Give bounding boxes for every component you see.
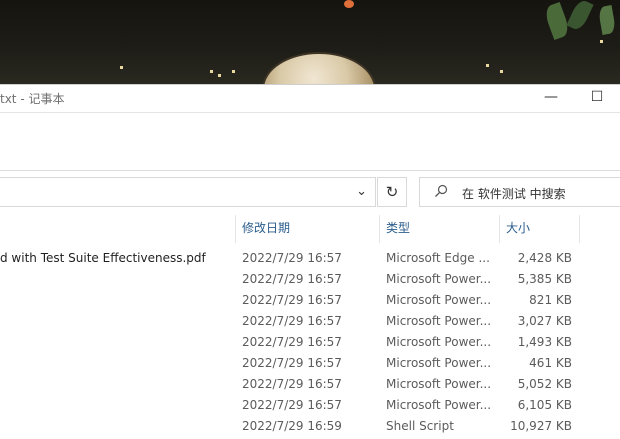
wallpaper-window-light: [486, 64, 489, 67]
file-type: Microsoft Edge ...: [386, 251, 490, 265]
notepad-text-area[interactable]: [0, 112, 620, 172]
wallpaper-window-light: [210, 70, 213, 73]
file-row[interactable]: 2022/7/29 16:57 Microsoft Power... 461 K…: [0, 353, 620, 374]
file-type: Microsoft Power...: [386, 314, 492, 328]
minimize-icon: —: [544, 89, 558, 105]
column-header-size[interactable]: 大小: [500, 215, 579, 243]
wallpaper-character: [262, 52, 376, 84]
file-type: Microsoft Power...: [386, 335, 492, 349]
file-size: 2,428 KB: [517, 251, 572, 265]
wallpaper-window-light: [232, 70, 235, 73]
file-row[interactable]: d with Test Suite Effectiveness.pdf 2022…: [0, 248, 620, 269]
refresh-button[interactable]: ↻: [377, 177, 407, 207]
refresh-icon: ↻: [385, 183, 399, 201]
file-date: 2022/7/29 16:57: [242, 398, 342, 412]
search-box[interactable]: 在 软件测试 中搜索: [419, 177, 620, 207]
file-date: 2022/7/29 16:57: [242, 377, 342, 391]
file-size: 461 KB: [529, 356, 572, 370]
wallpaper-window-light: [600, 40, 603, 43]
wallpaper-light: [344, 0, 354, 8]
column-header-row: 修改日期 类型 大小: [0, 215, 620, 243]
notepad-title: txt - 记事本: [0, 92, 65, 106]
file-date: 2022/7/29 16:57: [242, 251, 342, 265]
file-type: Microsoft Power...: [386, 272, 492, 286]
file-size: 10,927 KB: [510, 419, 572, 433]
notepad-window: txt - 记事本 — ☐: [0, 84, 620, 172]
file-date: 2022/7/29 16:59: [242, 419, 342, 433]
file-row[interactable]: 2022/7/29 16:57 Microsoft Power... 6,105…: [0, 395, 620, 416]
search-input[interactable]: 在 软件测试 中搜索: [462, 185, 566, 202]
file-date: 2022/7/29 16:57: [242, 314, 342, 328]
file-type: Microsoft Power...: [386, 377, 492, 391]
file-size: 1,493 KB: [517, 335, 572, 349]
file-row[interactable]: 2022/7/29 16:57 Microsoft Power... 3,027…: [0, 311, 620, 332]
file-size: 5,052 KB: [517, 377, 572, 391]
desktop-wallpaper: [0, 0, 620, 84]
file-row[interactable]: 2022/7/29 16:59 Shell Script 10,927 KB: [0, 416, 620, 437]
file-date: 2022/7/29 16:57: [242, 272, 342, 286]
address-bar[interactable]: ⌄: [0, 177, 376, 207]
chevron-down-icon[interactable]: ⌄: [356, 184, 367, 199]
search-icon: [434, 184, 448, 202]
file-size: 3,027 KB: [517, 314, 572, 328]
file-row[interactable]: 2022/7/29 16:57 Microsoft Power... 821 K…: [0, 290, 620, 311]
file-row[interactable]: 2022/7/29 16:57 Microsoft Power... 1,493…: [0, 332, 620, 353]
column-header-type[interactable]: 类型: [380, 215, 499, 243]
file-name: d with Test Suite Effectiveness.pdf: [0, 251, 206, 265]
maximize-icon: ☐: [590, 89, 604, 105]
file-type: Microsoft Power...: [386, 293, 492, 307]
file-explorer: ⌄ ↻ 在 软件测试 中搜索 修改日期 类型 大小 d with Test Su…: [0, 170, 620, 439]
file-date: 2022/7/29 16:57: [242, 335, 342, 349]
file-date: 2022/7/29 16:57: [242, 293, 342, 307]
wallpaper-window-light: [218, 74, 221, 77]
column-divider[interactable]: [579, 215, 580, 243]
column-header-date[interactable]: 修改日期: [236, 215, 379, 243]
file-size: 821 KB: [529, 293, 572, 307]
file-type: Microsoft Power...: [386, 356, 492, 370]
wallpaper-window-light: [500, 70, 503, 73]
maximize-button[interactable]: ☐: [574, 85, 620, 111]
wallpaper-window-light: [120, 66, 123, 69]
wallpaper-leaf: [597, 4, 617, 36]
file-size: 6,105 KB: [517, 398, 572, 412]
file-type: Microsoft Power...: [386, 398, 492, 412]
file-size: 5,385 KB: [517, 272, 572, 286]
notepad-title-bar[interactable]: txt - 记事本 — ☐: [0, 85, 620, 111]
file-date: 2022/7/29 16:57: [242, 356, 342, 370]
minimize-button[interactable]: —: [528, 85, 574, 111]
file-row[interactable]: 2022/7/29 16:57 Microsoft Power... 5,385…: [0, 269, 620, 290]
file-type: Shell Script: [386, 419, 454, 433]
wallpaper-leaf: [566, 0, 594, 32]
file-row[interactable]: 2022/7/29 16:57 Microsoft Power... 5,052…: [0, 374, 620, 395]
